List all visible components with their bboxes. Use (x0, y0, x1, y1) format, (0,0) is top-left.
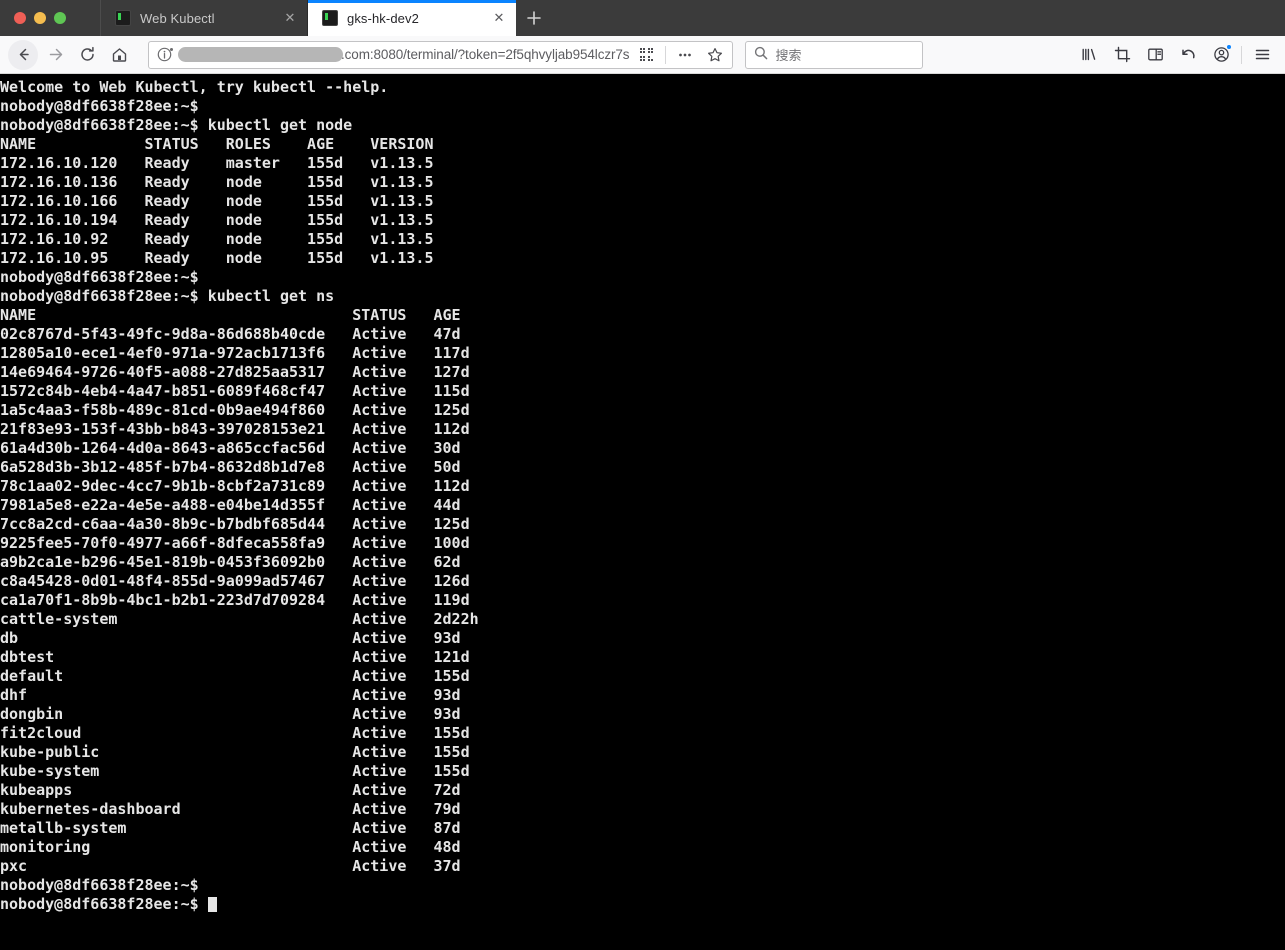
welcome-line: Welcome to Web Kubectl, try kubectl --he… (0, 78, 389, 96)
ns-table-row: 61a4d30b-1264-4d0a-8643-a865ccfac56d Act… (0, 439, 461, 457)
search-placeholder: 搜索 (775, 48, 802, 63)
tab-gks-hk-dev2[interactable]: gks-hk-dev2 ✕ (308, 0, 516, 36)
node-table-row: 172.16.10.120 Ready master 155d v1.13.5 (0, 154, 434, 172)
ns-table-row: kubeapps Active 72d (0, 781, 461, 799)
ns-table-row: dbtest Active 121d (0, 648, 470, 666)
node-table-row: 172.16.10.166 Ready node 155d v1.13.5 (0, 192, 434, 210)
terminal-icon (322, 10, 338, 26)
node-table-row: 172.16.10.194 Ready node 155d v1.13.5 (0, 211, 434, 229)
browser-window: Web Kubectl ✕ gks-hk-dev2 ✕ .com:8080/te… (0, 0, 1285, 950)
ns-table-row: kubernetes-dashboard Active 79d (0, 800, 461, 818)
ellipsis-icon[interactable] (672, 42, 698, 68)
search-input[interactable]: 搜索 (745, 40, 924, 69)
info-icon[interactable] (157, 47, 173, 62)
command-line-get-ns: nobody@8df6638f28ee:~$ kubectl get ns (0, 287, 335, 305)
command-line-get-node: nobody@8df6638f28ee:~$ kubectl get node (0, 116, 353, 134)
ns-table-row: 14e69464-9726-40f5-a088-27d825aa5317 Act… (0, 363, 470, 381)
screenshot-icon[interactable] (1107, 40, 1137, 70)
navigation-toolbar: .com:8080/terminal/?token=2f5qhvyljab954… (0, 36, 1285, 74)
home-icon[interactable] (104, 40, 134, 70)
ns-table-row: 9225fee5-70f0-4977-a66f-8dfeca558fa9 Act… (0, 534, 470, 552)
minimize-window-button[interactable] (34, 12, 46, 24)
close-icon[interactable]: ✕ (488, 7, 510, 29)
redaction-blob (178, 47, 343, 62)
ns-table-row: 1a5c4aa3-f58b-489c-81cd-0b9ae494f860 Act… (0, 401, 470, 419)
ns-table-row: c8a45428-0d01-48f4-855d-9a099ad57467 Act… (0, 572, 470, 590)
ns-table-row: ca1a70f1-8b9b-4bc1-b2b1-223d7d709284 Act… (0, 591, 470, 609)
new-tab-button[interactable] (516, 0, 552, 36)
account-icon[interactable] (1206, 40, 1236, 70)
forward-icon[interactable] (40, 40, 70, 70)
ns-table-row: 6a528d3b-3b12-485f-b7b4-8632d8b1d7e8 Act… (0, 458, 461, 476)
ns-table-row: fit2cloud Active 155d (0, 724, 470, 742)
prompt-line: nobody@8df6638f28ee:~$ (0, 876, 199, 894)
divider (665, 45, 667, 64)
maximize-window-button[interactable] (54, 12, 66, 24)
ns-table-row: 21f83e93-153f-43bb-b843-397028153e21 Act… (0, 420, 470, 438)
ns-table-row: 7cc8a2cd-c6aa-4a30-8b9c-b7bdbf685d44 Act… (0, 515, 470, 533)
prompt-line: nobody@8df6638f28ee:~$ (0, 97, 199, 115)
window-controls (0, 0, 100, 36)
ns-table-row: dhf Active 93d (0, 686, 461, 704)
ns-table-row: kube-public Active 155d (0, 743, 470, 761)
ns-table-row: a9b2ca1e-b296-45e1-819b-0453f36092b0 Act… (0, 553, 461, 571)
prompt-line: nobody@8df6638f28ee:~$ (0, 268, 199, 286)
tab-web-kubectl[interactable]: Web Kubectl ✕ (100, 0, 308, 36)
menu-icon[interactable] (1247, 40, 1277, 70)
node-table-row: 172.16.10.136 Ready node 155d v1.13.5 (0, 173, 434, 191)
library-icon[interactable] (1074, 40, 1104, 70)
ns-table-row: 12805a10-ece1-4ef0-971a-972acb1713f6 Act… (0, 344, 470, 362)
reload-icon[interactable] (72, 40, 102, 70)
ns-table-row: pxc Active 37d (0, 857, 461, 875)
tab-title: gks-hk-dev2 (347, 10, 419, 26)
qr-code-icon[interactable] (633, 42, 659, 68)
terminal-cursor (207, 897, 217, 912)
ns-table-row: 1572c84b-4eb4-4a47-b851-6089f468cf47 Act… (0, 382, 470, 400)
prompt-line-active: nobody@8df6638f28ee:~$ (0, 895, 1285, 914)
close-window-button[interactable] (14, 12, 26, 24)
notification-dot (1226, 43, 1232, 50)
ns-table-row: db Active 93d (0, 629, 461, 647)
sync-undo-icon[interactable] (1173, 40, 1203, 70)
sidebar-icon[interactable] (1140, 40, 1170, 70)
terminal-output[interactable]: Welcome to Web Kubectl, try kubectl --he… (0, 74, 1285, 950)
ns-table-row: 78c1aa02-9dec-4cc7-9b1b-8cbf2a731c89 Act… (0, 477, 470, 495)
tab-title: Web Kubectl (140, 10, 215, 26)
ns-table-row: monitoring Active 48d (0, 838, 461, 856)
terminal-icon (115, 10, 131, 26)
url-text[interactable]: .com:8080/terminal/?token=2f5qhvyljab954… (176, 47, 629, 62)
back-icon[interactable] (8, 39, 38, 70)
ns-table-row: metallb-system Active 87d (0, 819, 461, 837)
node-table-row: 172.16.10.95 Ready node 155d v1.13.5 (0, 249, 434, 267)
ns-table-row: kube-system Active 155d (0, 762, 470, 780)
tab-strip: Web Kubectl ✕ gks-hk-dev2 ✕ (0, 0, 1285, 36)
url-bar[interactable]: .com:8080/terminal/?token=2f5qhvyljab954… (148, 40, 734, 69)
ns-table-row: dongbin Active 93d (0, 705, 461, 723)
star-icon[interactable] (702, 42, 728, 68)
ns-table-header: NAME STATUS AGE (0, 306, 461, 324)
ns-table-row: default Active 155d (0, 667, 470, 685)
node-table-header: NAME STATUS ROLES AGE VERSION (0, 135, 434, 153)
ns-table-row: cattle-system Active 2d22h (0, 610, 479, 628)
toolbar-actions (1074, 40, 1277, 70)
ns-table-row: 02c8767d-5f43-49fc-9d8a-86d688b40cde Act… (0, 325, 461, 343)
close-icon[interactable]: ✕ (279, 7, 301, 29)
divider (1241, 45, 1242, 64)
url-suffix: .com:8080/terminal/?token=2f5qhvyljab954… (341, 47, 630, 62)
ns-table-row: 7981a5e8-e22a-4e5e-a488-e04be14d355f Act… (0, 496, 461, 514)
node-table-row: 172.16.10.92 Ready node 155d v1.13.5 (0, 230, 434, 248)
search-icon (754, 46, 768, 63)
